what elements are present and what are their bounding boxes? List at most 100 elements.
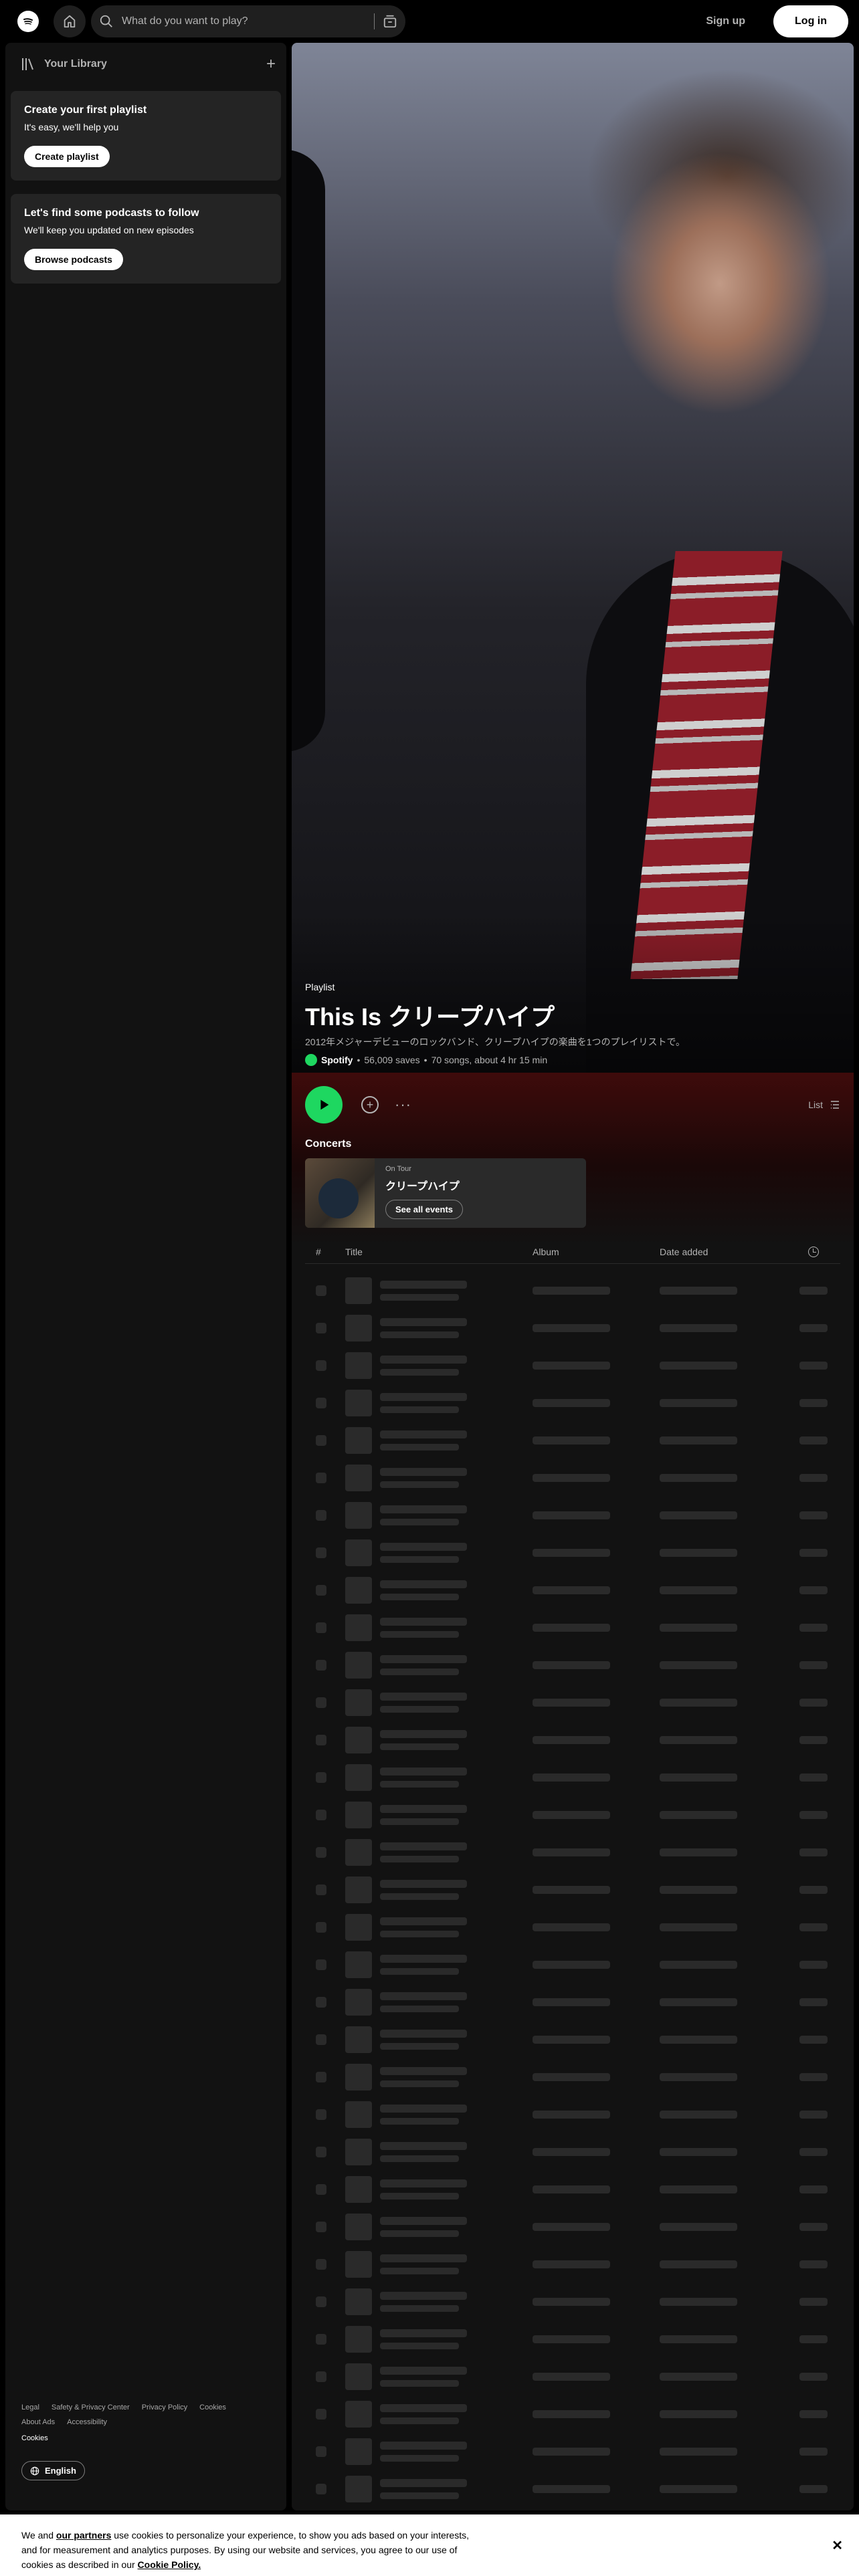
track-row-skeleton[interactable] [305, 2246, 840, 2283]
language-button[interactable]: English [21, 2461, 85, 2480]
home-button[interactable] [54, 5, 86, 37]
skeleton-title [380, 1618, 467, 1626]
skeleton-date [660, 1324, 737, 1332]
partners-link[interactable]: our partners [56, 2530, 111, 2541]
track-row-skeleton[interactable] [305, 1422, 840, 1459]
track-row-skeleton[interactable] [305, 1759, 840, 1796]
skeleton-date [660, 1848, 737, 1856]
skeleton-title-block [380, 1543, 533, 1563]
footer-link-privacy[interactable]: Privacy Policy [142, 2403, 187, 2411]
track-row-skeleton[interactable] [305, 1534, 840, 1572]
more-icon[interactable]: ··· [395, 1096, 411, 1113]
library-icon[interactable] [20, 56, 36, 72]
track-row-skeleton[interactable] [305, 1871, 840, 1909]
skeleton-artist [380, 1556, 459, 1563]
track-row-skeleton[interactable] [305, 2021, 840, 2058]
skeleton-title [380, 1842, 467, 1850]
skeleton-album [533, 1848, 610, 1856]
skeleton-number [316, 1398, 326, 1408]
card-text: We'll keep you updated on new episodes [24, 225, 194, 235]
track-row-skeleton[interactable] [305, 1347, 840, 1384]
skeleton-date [660, 1624, 737, 1632]
skeleton-date [660, 1362, 737, 1370]
track-row-skeleton[interactable] [305, 2208, 840, 2246]
track-row-skeleton[interactable] [305, 2321, 840, 2358]
track-row-skeleton[interactable] [305, 1646, 840, 1684]
skeleton-album [533, 1399, 610, 1407]
skeleton-title-block [380, 1318, 533, 1338]
track-row-skeleton[interactable] [305, 2358, 840, 2395]
track-row-skeleton[interactable] [305, 1609, 840, 1646]
track-row-skeleton[interactable] [305, 1309, 840, 1347]
track-row-skeleton[interactable] [305, 2433, 840, 2470]
track-row-skeleton[interactable] [305, 1909, 840, 1946]
library-title[interactable]: Your Library [44, 58, 107, 70]
track-row-skeleton[interactable] [305, 1946, 840, 1983]
close-icon[interactable]: ✕ [832, 2539, 843, 2553]
skeleton-artwork [345, 1914, 372, 1941]
track-row-skeleton[interactable] [305, 1497, 840, 1534]
skeleton-duration [799, 2410, 828, 2418]
track-row-skeleton[interactable] [305, 2133, 840, 2171]
skeleton-date [660, 1699, 737, 1707]
skeleton-title-block [380, 2105, 533, 2125]
play-button[interactable] [305, 1086, 343, 1123]
skeleton-title [380, 1917, 467, 1925]
skeleton-album [533, 2448, 610, 2456]
see-all-events-button[interactable]: See all events [385, 1200, 463, 1219]
signup-button[interactable]: Sign up [690, 15, 761, 27]
browse-icon[interactable] [383, 14, 397, 29]
skeleton-artist [380, 1931, 459, 1937]
track-row-skeleton[interactable] [305, 1721, 840, 1759]
skeleton-number [316, 2109, 326, 2120]
track-row-skeleton[interactable] [305, 1384, 840, 1422]
skeleton-duration [799, 1811, 828, 1819]
cookie-policy-link[interactable]: Cookie Policy. [138, 2559, 201, 2570]
footer-link-safety[interactable]: Safety & Privacy Center [52, 2403, 130, 2411]
track-row-skeleton[interactable] [305, 1272, 840, 1309]
skeleton-number [316, 1585, 326, 1596]
track-row-skeleton[interactable] [305, 1684, 840, 1721]
skeleton-artist [380, 2118, 459, 2125]
spotify-logo-icon[interactable] [17, 11, 39, 32]
concert-card[interactable]: On Tour クリープハイプ See all events [305, 1158, 586, 1228]
skeleton-album [533, 2223, 610, 2231]
footer-link-accessibility[interactable]: Accessibility [67, 2418, 107, 2426]
track-row-skeleton[interactable] [305, 2395, 840, 2433]
skeleton-artist [380, 1519, 459, 1525]
playlist-meta: Spotify • 56,009 saves • 70 songs, about… [305, 1054, 840, 1066]
action-bar: + ··· List [292, 1073, 854, 1137]
skeleton-artist [380, 1481, 459, 1488]
skeleton-duration [799, 2485, 828, 2493]
track-row-skeleton[interactable] [305, 1834, 840, 1871]
create-playlist-button[interactable]: Create playlist [24, 146, 110, 167]
skeleton-album [533, 2111, 610, 2119]
skeleton-duration [799, 1736, 828, 1744]
footer-link-legal[interactable]: Legal [21, 2403, 39, 2411]
plus-icon[interactable]: + [266, 55, 276, 74]
search-divider [374, 13, 375, 29]
skeleton-album [533, 2148, 610, 2156]
track-row-skeleton[interactable] [305, 2058, 840, 2096]
playlist-owner[interactable]: Spotify [321, 1055, 353, 1065]
track-row-skeleton[interactable] [305, 2283, 840, 2321]
skeleton-title [380, 2329, 467, 2337]
footer-link-cookies[interactable]: Cookies [199, 2403, 226, 2411]
search-bar[interactable]: What do you want to play? [91, 5, 405, 37]
skeleton-artwork [345, 1839, 372, 1866]
view-toggle[interactable]: List [808, 1099, 840, 1110]
track-row-skeleton[interactable] [305, 1796, 840, 1834]
footer-link-about-ads[interactable]: About Ads [21, 2418, 55, 2426]
track-row-skeleton[interactable] [305, 1983, 840, 2021]
add-circle-icon[interactable]: + [361, 1096, 379, 1113]
search-input[interactable]: What do you want to play? [122, 15, 366, 27]
footer-cookies-link[interactable]: Cookies [21, 2434, 276, 2442]
track-row-skeleton[interactable] [305, 2096, 840, 2133]
browse-podcasts-button[interactable]: Browse podcasts [24, 249, 123, 270]
track-row-skeleton[interactable] [305, 1572, 840, 1609]
track-row-skeleton[interactable] [305, 1459, 840, 1497]
track-table-header: # Title Album Date added [305, 1240, 840, 1264]
track-row-skeleton[interactable] [305, 2470, 840, 2508]
track-row-skeleton[interactable] [305, 2171, 840, 2208]
login-button[interactable]: Log in [773, 5, 848, 37]
